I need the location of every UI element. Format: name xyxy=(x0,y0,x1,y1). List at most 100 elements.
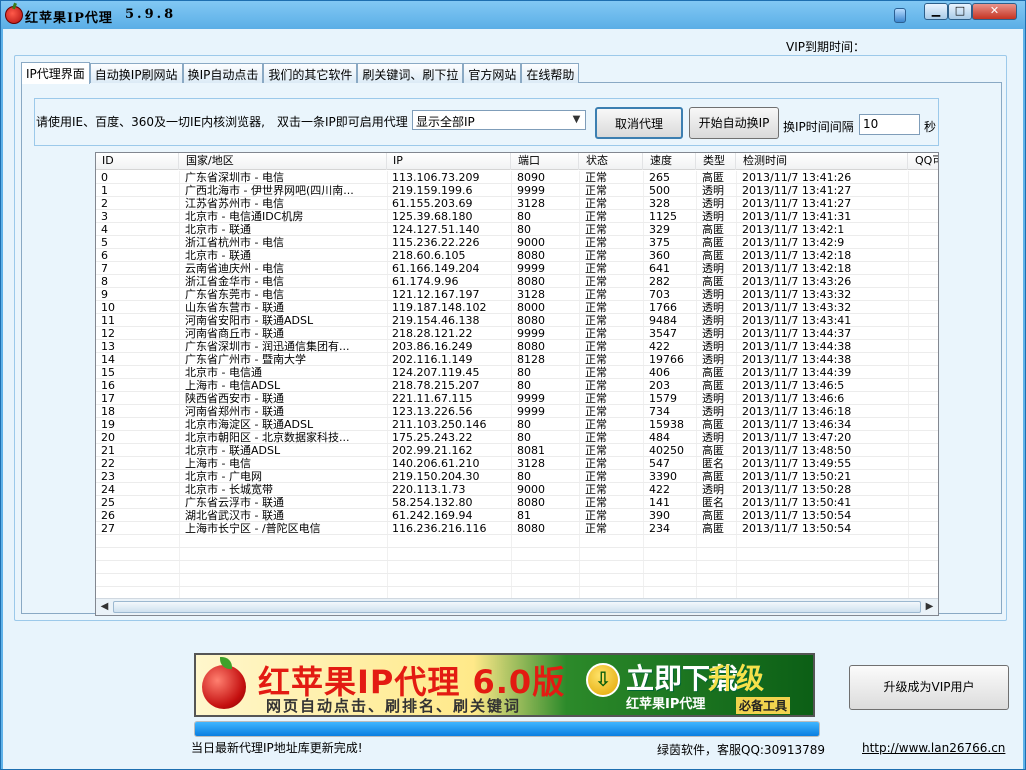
col-check-time[interactable]: 检测时间 xyxy=(737,153,908,170)
table-row[interactable]: 4 北京市 - 联通 124.127.51.140 80 正常 329 高匿 2013/11/… xyxy=(96,223,938,236)
cell-region: 云南省迪庆州 - 电信 xyxy=(185,262,284,275)
upgrade-vip-button[interactable]: 升级成为VIP用户 xyxy=(849,665,1009,710)
tab-official-site[interactable]: 官方网站 xyxy=(463,63,522,83)
skin-icon[interactable] xyxy=(894,8,906,23)
empty-row xyxy=(96,535,938,548)
cell-region: 上海市 - 电信ADSL xyxy=(185,379,281,392)
table-row[interactable]: 11 河南省安阳市 - 联通ADSL 219.154.46.138 8080 正常 948… xyxy=(96,314,938,327)
minimize-button[interactable]: ▁ xyxy=(924,3,948,20)
cell-check-time: 2013/11/7 13:50:54 xyxy=(742,522,852,535)
cell-id: 14 xyxy=(101,353,115,366)
table-row[interactable]: 12 河南省商丘市 - 联通 218.28.121.22 9999 正常 3547 透明 20… xyxy=(96,327,938,340)
cell-port: 8081 xyxy=(517,444,545,457)
cell-speed: 15938 xyxy=(649,418,684,431)
cell-check-time: 2013/11/7 13:42:9 xyxy=(742,236,845,249)
window-title: 红苹果IP代理 xyxy=(25,11,113,26)
company-text: 绿茵软件，客服QQ:30913789 xyxy=(657,743,826,757)
scrollbar-thumb[interactable] xyxy=(113,601,921,613)
table-row[interactable]: 22 上海市 - 电信 140.206.61.210 3128 正常 547 匿名 2013/… xyxy=(96,457,938,470)
cell-check-time: 2013/11/7 13:44:38 xyxy=(742,340,852,353)
cell-port: 8090 xyxy=(517,171,545,184)
table-row[interactable]: 2 江苏省苏州市 - 电信 61.155.203.69 3128 正常 328 透明 2013… xyxy=(96,197,938,210)
col-type[interactable]: 类型 xyxy=(697,153,736,170)
table-row[interactable]: 19 北京市海淀区 - 联通ADSL 211.103.250.146 80 正常 1593… xyxy=(96,418,938,431)
table-row[interactable]: 18 河南省郑州市 - 联通 123.13.226.56 9999 正常 734 透明 201… xyxy=(96,405,938,418)
start-auto-switch-button[interactable]: 开始自动换IP xyxy=(689,107,779,139)
col-ip[interactable]: IP xyxy=(387,153,511,170)
seconds-label: 秒 xyxy=(924,120,937,134)
apple-logo-icon xyxy=(5,6,23,24)
tab-other-software[interactable]: 我们的其它软件 xyxy=(263,63,358,83)
table-row[interactable]: 7 云南省迪庆州 - 电信 61.166.149.204 9999 正常 641 透明 201… xyxy=(96,262,938,275)
cell-id: 8 xyxy=(101,275,108,288)
cell-port: 9999 xyxy=(517,392,545,405)
table-row[interactable]: 14 广东省广州市 - 暨南大学 202.116.1.149 8128 正常 19766 透… xyxy=(96,353,938,366)
cell-region: 上海市长宁区 - /普陀区电信 xyxy=(185,522,321,535)
col-id[interactable]: ID xyxy=(96,153,179,170)
horizontal-scrollbar[interactable]: ◀ ▶ xyxy=(96,598,938,615)
cell-id: 25 xyxy=(101,496,115,509)
cell-status: 正常 xyxy=(585,197,607,210)
col-qq[interactable]: QQ可 xyxy=(909,153,938,170)
cell-region: 北京市 - 联通ADSL xyxy=(185,444,281,457)
cell-speed: 1766 xyxy=(649,301,677,314)
col-speed[interactable]: 速度 xyxy=(644,153,696,170)
ad-banner[interactable]: 红苹果IP代理 6.0版 网页自动点击、刷排名、刷关键词 ⇩ 立即下载升级 红苹… xyxy=(194,653,815,717)
cell-status: 正常 xyxy=(585,171,607,184)
table-row[interactable]: 13 广东省深圳市 - 润迅通信集团有... 203.86.16.249 8080 正常… xyxy=(96,340,938,353)
table-row[interactable]: 20 北京市朝阳区 - 北京数据家科技... 175.25.243.22 80 正常 48… xyxy=(96,431,938,444)
cell-ip: 61.166.149.204 xyxy=(392,262,480,275)
banner-download-cta[interactable]: 立即下载升级 xyxy=(626,657,764,697)
tab-auto-switch-browse[interactable]: 自动换IP刷网站 xyxy=(89,63,183,83)
chevron-down-icon[interactable]: ▼ xyxy=(568,111,585,129)
scroll-right-icon[interactable]: ▶ xyxy=(921,599,938,615)
tab-keywords[interactable]: 刷关键词、刷下拉 xyxy=(357,63,464,83)
cell-speed: 329 xyxy=(649,223,670,236)
proxy-table[interactable]: ID 国家/地区 IP 端口 状态 速度 类型 检测时间 QQ可 0 广东省深圳市… xyxy=(95,152,939,616)
table-row[interactable]: 16 上海市 - 电信ADSL 218.78.215.207 80 正常 203 高匿 201… xyxy=(96,379,938,392)
table-row[interactable]: 17 陕西省西安市 - 联通 221.11.67.115 9999 正常 1579 透明 20… xyxy=(96,392,938,405)
tab-auto-click[interactable]: 换IP自动点击 xyxy=(182,63,264,83)
close-button[interactable]: ✕ xyxy=(972,3,1017,20)
ip-filter-select[interactable]: 显示全部IP ▼ xyxy=(412,110,586,130)
cell-ip: 221.11.67.115 xyxy=(392,392,473,405)
table-row[interactable]: 10 山东省东营市 - 联通 119.187.148.102 8000 正常 1766 透明… xyxy=(96,301,938,314)
col-port[interactable]: 端口 xyxy=(512,153,579,170)
cell-speed: 703 xyxy=(649,288,670,301)
col-region[interactable]: 国家/地区 xyxy=(180,153,387,170)
table-row[interactable]: 25 广东省云浮市 - 联通 58.254.132.80 8080 正常 141 匿名 201… xyxy=(96,496,938,509)
cell-check-time: 2013/11/7 13:44:39 xyxy=(742,366,852,379)
table-row[interactable]: 1 广西北海市 - 伊世界网吧(四川南... 219.159.199.6 9999 正常… xyxy=(96,184,938,197)
vip-expire-label: VIP到期时间： xyxy=(786,40,865,54)
table-row[interactable]: 9 广东省东莞市 - 电信 121.12.167.197 3128 正常 703 透明 201… xyxy=(96,288,938,301)
cell-type: 匿名 xyxy=(702,457,724,470)
cell-id: 13 xyxy=(101,340,115,353)
title-bar[interactable]: 红苹果IP代理 5.9.8 ▁ □ ✕ xyxy=(1,1,1025,29)
table-row[interactable]: 15 北京市 - 电信通 124.207.119.45 80 正常 406 高匿 2013/1… xyxy=(96,366,938,379)
table-row[interactable]: 5 浙江省杭州市 - 电信 115.236.22.226 9000 正常 375 高匿 201… xyxy=(96,236,938,249)
table-row[interactable]: 6 北京市 - 联通 218.60.6.105 8080 正常 360 高匿 2013/11/… xyxy=(96,249,938,262)
table-row[interactable]: 3 北京市 - 电信通IDC机房 125.39.68.180 80 正常 1125 透明 20… xyxy=(96,210,938,223)
table-row[interactable]: 26 湖北省武汉市 - 联通 61.242.169.94 81 正常 390 高匿 2013/… xyxy=(96,509,938,522)
cell-speed: 360 xyxy=(649,249,670,262)
tab-online-help[interactable]: 在线帮助 xyxy=(521,63,580,83)
cancel-proxy-button[interactable]: 取消代理 xyxy=(595,107,683,139)
scroll-left-icon[interactable]: ◀ xyxy=(96,599,113,615)
interval-input[interactable]: 10 xyxy=(859,114,920,135)
tab-ip-proxy[interactable]: IP代理界面 xyxy=(21,62,90,84)
table-row[interactable]: 23 北京市 - 广电网 219.150.204.30 80 正常 3390 高匿 2013/… xyxy=(96,470,938,483)
cell-status: 正常 xyxy=(585,418,607,431)
cell-check-time: 2013/11/7 13:41:26 xyxy=(742,171,852,184)
table-row[interactable]: 8 浙江省金华市 - 电信 61.174.9.96 8080 正常 282 高匿 2013/1… xyxy=(96,275,938,288)
cell-check-time: 2013/11/7 13:46:34 xyxy=(742,418,852,431)
table-row[interactable]: 24 北京市 - 长城宽带 220.113.1.73 9000 正常 422 透明 2013/… xyxy=(96,483,938,496)
cell-check-time: 2013/11/7 13:48:50 xyxy=(742,444,852,457)
table-row[interactable]: 0 广东省深圳市 - 电信 113.106.73.209 8090 正常 265 高匿 201… xyxy=(96,171,938,184)
table-row[interactable]: 21 北京市 - 联通ADSL 202.99.21.162 8081 正常 40250 高匿… xyxy=(96,444,938,457)
empty-row xyxy=(96,548,938,561)
website-link[interactable]: http://www.lan26766.cn xyxy=(862,741,1005,755)
col-status[interactable]: 状态 xyxy=(580,153,643,170)
cell-ip: 119.187.148.102 xyxy=(392,301,487,314)
table-row[interactable]: 27 上海市长宁区 - /普陀区电信 116.236.216.116 8080 正常 23… xyxy=(96,522,938,535)
maximize-button[interactable]: □ xyxy=(948,3,972,20)
